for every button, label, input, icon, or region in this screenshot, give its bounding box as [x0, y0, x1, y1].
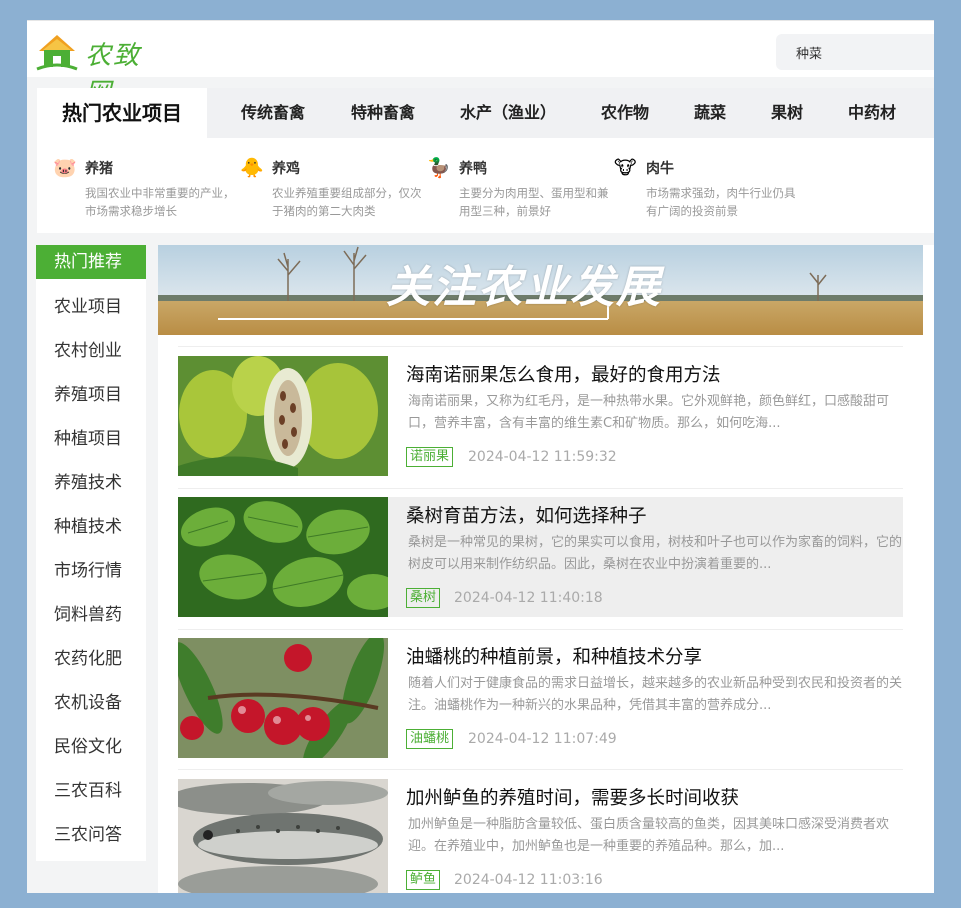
- mulberry-leaves-image[interactable]: [178, 497, 388, 617]
- sidebar-item-planting-tech[interactable]: 种植技术: [36, 505, 146, 549]
- divider: [178, 346, 903, 347]
- sidebar-item-machinery[interactable]: 农机设备: [36, 681, 146, 725]
- sidebar-item-market[interactable]: 市场行情: [36, 549, 146, 593]
- article-tag[interactable]: 鲈鱼: [406, 870, 441, 890]
- article-summary: 随着人们对于健康食品的需求日益增长，越来越多的农业新品种受到农民和投资者的关注。…: [408, 676, 903, 713]
- article-tag[interactable]: 油蟠桃: [406, 729, 454, 749]
- pig-icon: 🐷: [53, 157, 77, 179]
- animal-name: 肉牛: [646, 161, 674, 177]
- sidebar-item-rural-startup[interactable]: 农村创业: [36, 329, 146, 373]
- sidebar-item-hot[interactable]: 热门推荐: [36, 245, 146, 279]
- article-title[interactable]: 桑树育苗方法，如何选择种子: [406, 502, 647, 528]
- divider: [178, 769, 903, 770]
- sidebar-item-qa[interactable]: 三农问答: [36, 813, 146, 857]
- farmhouse-logo-icon: [36, 35, 78, 71]
- noni-fruit-image[interactable]: [178, 356, 388, 476]
- article-item[interactable]: 加州鲈鱼的养殖时间，需要多长时间收获 加州鲈鱼是一种脂肪含量较低、蛋白质含量较高…: [178, 779, 903, 893]
- divider: [178, 488, 903, 489]
- article-date: 2024-04-12 11:03:16: [454, 872, 603, 888]
- tab-crops[interactable]: 农作物: [601, 88, 649, 138]
- animal-desc: 我国农业中非常重要的产业，市场需求稳步增长: [85, 186, 235, 218]
- livestock-strip: 🐷 养猪 我国农业中非常重要的产业，市场需求稳步增长 🐥 养鸡 农业养殖重要组成…: [37, 138, 934, 233]
- divider: [178, 629, 903, 630]
- cow-icon: 🐮: [614, 157, 637, 179]
- article-title[interactable]: 海南诺丽果怎么食用，最好的食用方法: [406, 361, 721, 387]
- nectarine-image[interactable]: [178, 638, 388, 758]
- article-date: 2024-04-12 11:59:32: [468, 449, 617, 465]
- category-nav: 热门农业项目 传统畜禽 特种畜禽 水产（渔业） 农作物 蔬菜 果树 中药材: [37, 88, 934, 138]
- tab-aquaculture[interactable]: 水产（渔业）: [460, 88, 556, 138]
- tab-fruit-trees[interactable]: 果树: [771, 88, 803, 138]
- tab-hot-projects[interactable]: 热门农业项目: [37, 88, 207, 138]
- article-title[interactable]: 加州鲈鱼的养殖时间，需要多长时间收获: [406, 784, 739, 810]
- article-title[interactable]: 油蟠桃的种植前景，和种植技术分享: [406, 643, 702, 669]
- article-tag[interactable]: 诺丽果: [406, 447, 454, 467]
- article-summary: 海南诺丽果，又称为红毛丹，是一种热带水果。它外观鲜艳，颜色鲜红，口感酸甜可口，营…: [408, 394, 890, 431]
- tab-herbs[interactable]: 中药材: [848, 88, 896, 138]
- sidebar-item-pesticide[interactable]: 农药化肥: [36, 637, 146, 681]
- banner-image[interactable]: 关注农业发展: [158, 245, 923, 335]
- search-input[interactable]: [776, 34, 934, 70]
- sidebar-item-encyclopedia[interactable]: 三农百科: [36, 769, 146, 813]
- animal-name: 养鸡: [272, 161, 300, 177]
- article-item[interactable]: 桑树育苗方法，如何选择种子 桑树是一种常见的果树，它的果实可以食用，树枝和叶子也…: [178, 497, 903, 617]
- animal-name: 养鸭: [459, 161, 487, 177]
- article-tag[interactable]: 桑树: [406, 588, 441, 608]
- sidebar-item-feed-vet[interactable]: 饲料兽药: [36, 593, 146, 637]
- site-logo[interactable]: 农致网: [35, 31, 165, 108]
- tab-livestock[interactable]: 传统畜禽: [241, 88, 305, 138]
- browser-window: 农致网 热门农业项目 传统畜禽 特种畜禽 水产（渔业） 农作物 蔬菜 果树 中药…: [27, 20, 934, 893]
- banner-title: 关注农业发展: [386, 262, 662, 313]
- duck-icon: 🦆: [427, 157, 451, 179]
- sidebar-item-planting-projects[interactable]: 种植项目: [36, 417, 146, 461]
- sidebar-item-breeding-projects[interactable]: 养殖项目: [36, 373, 146, 417]
- main-content: 关注农业发展 海南诺丽果怎么食用，最好的食用方法 海南诺丽果，又称为红毛丹，是一…: [158, 245, 934, 893]
- article-item[interactable]: 海南诺丽果怎么食用，最好的食用方法 海南诺丽果，又称为红毛丹，是一种热带水果。它…: [178, 356, 903, 476]
- chick-icon: 🐥: [240, 157, 264, 179]
- animal-desc: 市场需求强劲，肉牛行业仍具有广阔的投资前景: [646, 186, 796, 218]
- article-date: 2024-04-12 11:07:49: [468, 731, 617, 747]
- article-summary: 加州鲈鱼是一种脂肪含量较低、蛋白质含量较高的鱼类，因其美味口感深受消费者欢迎。在…: [408, 817, 890, 854]
- article-item[interactable]: 油蟠桃的种植前景，和种植技术分享 随着人们对于健康食品的需求日益增长，越来越多的…: [178, 638, 903, 758]
- article-summary: 桑树是一种常见的果树，它的果实可以食用，树枝和叶子也可以作为家畜的饲料，它的树皮…: [408, 535, 903, 572]
- sidebar-item-folk-culture[interactable]: 民俗文化: [36, 725, 146, 769]
- bass-fish-image[interactable]: [178, 779, 388, 893]
- animal-desc: 农业养殖重要组成部分，仅次于猪肉的第二大肉类: [272, 186, 422, 218]
- tab-special-livestock[interactable]: 特种畜禽: [351, 88, 415, 138]
- animal-desc: 主要分为肉用型、蛋用型和兼用型三种，前景好: [459, 186, 609, 218]
- animal-name: 养猪: [85, 161, 113, 177]
- article-date: 2024-04-12 11:40:18: [454, 590, 603, 606]
- sidebar-nav: 热门推荐 农业项目 农村创业 养殖项目 种植项目 养殖技术 种植技术 市场行情 …: [36, 245, 146, 861]
- tab-vegetables[interactable]: 蔬菜: [694, 88, 726, 138]
- sidebar-item-breeding-tech[interactable]: 养殖技术: [36, 461, 146, 505]
- sidebar-item-agri-projects[interactable]: 农业项目: [36, 285, 146, 329]
- site-header: 农致网: [27, 20, 934, 108]
